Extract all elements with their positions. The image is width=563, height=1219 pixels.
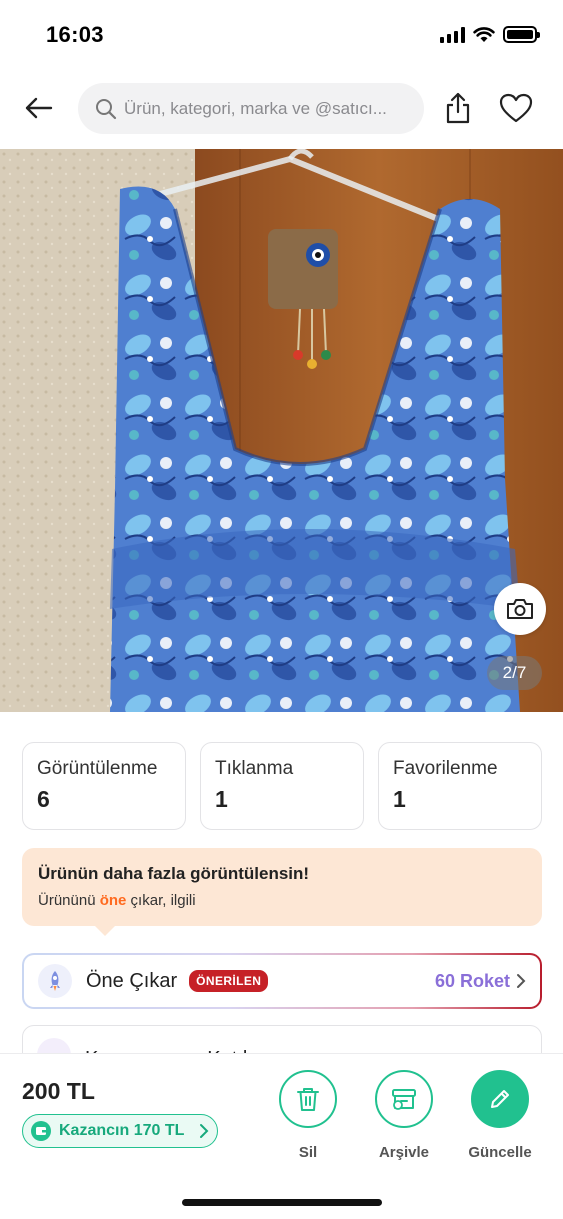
product-price: 200 TL	[22, 1078, 95, 1104]
home-indicator	[182, 1199, 382, 1206]
stats-row: Görüntülenme 6 Tıklanma 1 Favorilenme 1	[22, 742, 542, 830]
delete-button[interactable]: Sil	[263, 1070, 353, 1161]
delete-circle	[279, 1070, 337, 1128]
favorite-button[interactable]	[496, 88, 536, 128]
feature-product-button[interactable]: Öne Çıkar ÖNERİLEN 60 Roket	[22, 953, 542, 1009]
stat-value: 1	[215, 786, 228, 812]
chevron-right-icon	[517, 974, 526, 988]
cellular-signal-icon	[440, 26, 465, 43]
stat-value: 6	[37, 786, 50, 812]
promo-text-before: Ürününü	[38, 892, 100, 909]
camera-button[interactable]	[494, 583, 546, 635]
share-button[interactable]	[440, 88, 476, 128]
promo-text-after: çıkar, ilgili	[126, 892, 196, 909]
status-time: 16:03	[46, 22, 104, 47]
feature-price: 60 Roket	[435, 971, 526, 992]
dress-photo-illustration	[0, 149, 563, 712]
heart-icon	[499, 93, 533, 123]
photo-counter: 2/7	[487, 656, 542, 690]
pencil-icon	[491, 1090, 509, 1108]
wallet-icon	[31, 1121, 51, 1141]
promo-text-highlight: öne	[99, 892, 127, 909]
search-bar[interactable]	[78, 83, 424, 134]
status-bar: 16:03	[0, 0, 563, 72]
stat-label: Tıklanma	[215, 758, 294, 779]
promo-tooltip: Ürünün daha fazla görüntülensin! Ürününü…	[22, 848, 542, 936]
search-icon	[96, 98, 117, 119]
stat-clicks: Tıklanma 1	[200, 742, 364, 830]
feature-row-inner: Öne Çıkar ÖNERİLEN 60 Roket	[24, 955, 540, 1007]
chevron-right-icon	[200, 1124, 209, 1138]
update-circle	[471, 1070, 529, 1128]
archive-icon	[392, 1089, 416, 1110]
wifi-icon	[473, 26, 495, 42]
product-photo[interactable]	[0, 149, 563, 712]
battery-icon	[503, 26, 540, 43]
archive-label: Arşivle	[378, 1144, 430, 1161]
trash-icon	[297, 1088, 319, 1111]
archive-circle	[375, 1070, 433, 1128]
search-input[interactable]	[124, 98, 414, 119]
status-icons	[440, 26, 540, 43]
back-arrow-icon	[25, 97, 53, 119]
promo-text: Ürününü öne çıkar, ilgili	[38, 892, 526, 909]
update-label: Güncelle	[468, 1144, 532, 1161]
back-button[interactable]	[18, 88, 58, 128]
promo-title: Ürünün daha fazla görüntülensin!	[38, 864, 310, 883]
stat-label: Görüntülenme	[37, 758, 158, 779]
rocket-icon	[38, 964, 72, 998]
earnings-text: Kazancın 170 TL	[59, 1122, 185, 1139]
stat-views: Görüntülenme 6	[22, 742, 186, 830]
update-button[interactable]: Güncelle	[455, 1070, 545, 1161]
feature-label: Öne Çıkar	[86, 969, 178, 992]
stat-favorites: Favorilenme 1	[378, 742, 542, 830]
earnings-badge[interactable]: Kazancın 170 TL	[22, 1114, 218, 1148]
delete-label: Sil	[298, 1144, 318, 1161]
stat-value: 1	[393, 786, 406, 812]
camera-icon	[507, 599, 533, 619]
top-header	[0, 80, 563, 138]
share-icon	[446, 92, 470, 124]
stat-label: Favorilenme	[393, 758, 498, 779]
feature-price-text: 60 Roket	[434, 970, 510, 991]
recommended-badge: ÖNERİLEN	[189, 970, 269, 992]
bottom-action-bar: 200 TL Kazancın 170 TL Sil Arşivle Günce…	[0, 1053, 563, 1219]
archive-button[interactable]: Arşivle	[359, 1070, 449, 1161]
